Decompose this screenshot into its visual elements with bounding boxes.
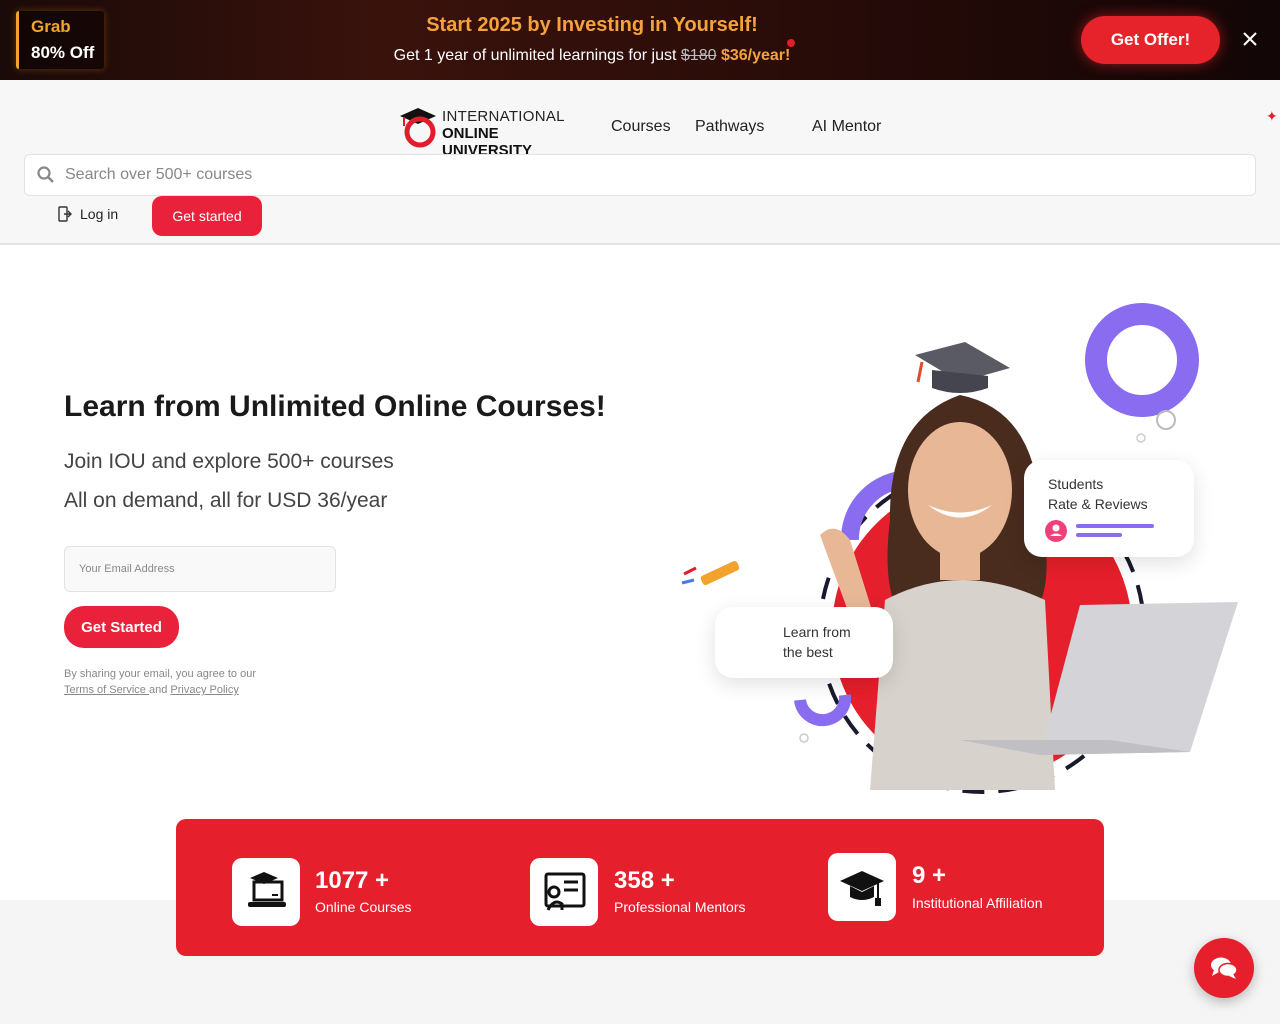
hero-subtitle-2: All on demand, all for USD 36/year — [64, 489, 388, 512]
sparkle-icon: ✦ — [1266, 108, 1278, 124]
stat-courses-number: 1077 + — [315, 867, 390, 894]
logo-text-line1: INTERNATIONAL — [442, 108, 565, 125]
stat-courses-label: Online Courses — [315, 899, 412, 915]
hero-subtitle-1: Join IOU and explore 500+ courses — [64, 450, 394, 473]
mentor-board-icon — [530, 858, 598, 926]
stats-banner: 1077 + Online Courses 358 + Professional… — [176, 819, 1104, 956]
login-icon — [58, 206, 72, 222]
learn-card-line1: Learn from — [783, 624, 851, 640]
search-input[interactable] — [65, 155, 1245, 195]
hero-illustration: Students Rate & Reviews Learn from the b… — [660, 300, 1260, 810]
promo-title: Start 2025 by Investing in Yourself! — [426, 14, 758, 36]
get-offer-button[interactable]: Get Offer! — [1081, 16, 1220, 64]
chat-icon — [1211, 957, 1238, 979]
graduation-cap-icon — [828, 853, 896, 921]
logo-mark-icon — [400, 108, 436, 148]
nav-ai-mentor[interactable]: AI Mentor — [812, 118, 881, 136]
email-field[interactable] — [64, 546, 336, 592]
stat-affiliation-number: 9 + — [912, 862, 947, 889]
site-header: INTERNATIONAL ONLINE UNIVERSITY Courses … — [0, 80, 1280, 245]
hero-title: Learn from Unlimited Online Courses! — [64, 390, 606, 423]
get-started-hero-button[interactable]: Get Started — [64, 606, 179, 648]
promo-subtitle: Get 1 year of unlimited learnings for ju… — [0, 47, 1184, 65]
privacy-link[interactable]: Privacy Policy — [170, 684, 238, 696]
user-rating-icon — [1045, 520, 1154, 542]
chat-button[interactable] — [1194, 938, 1254, 998]
legal-notice: By sharing your email, you agree to our … — [64, 666, 256, 698]
nav-courses[interactable]: Courses — [611, 118, 671, 136]
nav-pathways[interactable]: Pathways — [695, 118, 764, 136]
reviews-card-line1: Students — [1048, 476, 1104, 492]
promo-dot-decoration — [787, 39, 795, 47]
site-logo[interactable]: INTERNATIONAL ONLINE UNIVERSITY — [398, 106, 590, 159]
learn-card: Learn from the best — [715, 607, 893, 678]
promo-banner: Grab 80% Off Start 2025 by Investing in … — [0, 0, 1280, 80]
promo-old-price: $180 — [680, 47, 717, 64]
login-label: Log in — [80, 206, 119, 222]
legal-and: and — [148, 684, 168, 696]
legal-prefix: By sharing your email, you agree to our — [64, 668, 256, 680]
search-bar — [24, 154, 1256, 196]
learn-card-line2: the best — [783, 644, 833, 660]
reviews-card: Students Rate & Reviews — [1024, 460, 1194, 557]
reviews-card-line2: Rate & Reviews — [1048, 496, 1148, 512]
stat-affiliation-label: Institutional Affiliation — [912, 895, 1043, 911]
get-started-header-button[interactable]: Get started — [152, 196, 262, 236]
promo-sub-prefix: Get 1 year of unlimited learnings for ju… — [393, 47, 677, 64]
laptop-graduation-icon — [232, 858, 300, 926]
promo-new-price: $36/year! — [720, 47, 791, 64]
stat-mentors-label: Professional Mentors — [614, 899, 746, 915]
search-icon — [37, 166, 54, 183]
terms-link[interactable]: Terms of Service — [64, 684, 149, 696]
close-icon[interactable] — [1240, 30, 1260, 50]
stat-mentors-number: 358 + — [614, 867, 675, 894]
login-link[interactable]: Log in — [58, 203, 118, 225]
